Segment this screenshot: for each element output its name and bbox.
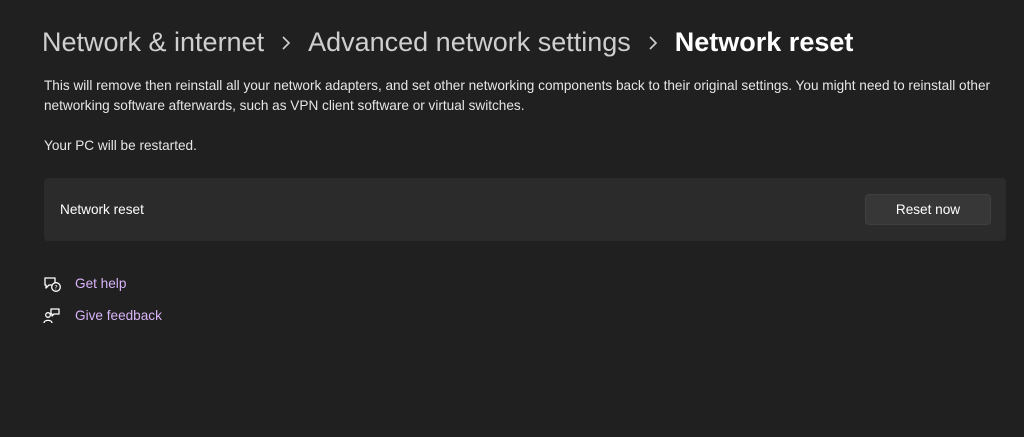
page-title: Network reset: [674, 26, 854, 57]
give-feedback-label: Give feedback: [75, 308, 162, 323]
breadcrumb: Network & internet Advanced network sett…: [42, 22, 853, 62]
get-help-label: Get help: [75, 276, 127, 291]
chevron-right-icon: [264, 29, 308, 55]
get-help-link[interactable]: ? Get help: [42, 273, 126, 295]
network-reset-label: Network reset: [60, 202, 144, 217]
restart-note: Your PC will be restarted.: [44, 138, 197, 153]
give-feedback-link[interactable]: Give feedback: [42, 305, 162, 327]
chevron-right-icon: [631, 29, 675, 55]
get-help-icon: ?: [42, 274, 62, 294]
svg-text:?: ?: [54, 283, 57, 291]
breadcrumb-network-internet[interactable]: Network & internet: [42, 27, 264, 58]
reset-description: This will remove then reinstall all your…: [44, 78, 991, 113]
network-reset-card: Network reset Reset now: [44, 178, 1006, 241]
feedback-icon: [42, 306, 62, 326]
reset-now-button[interactable]: Reset now: [865, 194, 991, 225]
breadcrumb-advanced-network-settings[interactable]: Advanced network settings: [308, 27, 631, 58]
